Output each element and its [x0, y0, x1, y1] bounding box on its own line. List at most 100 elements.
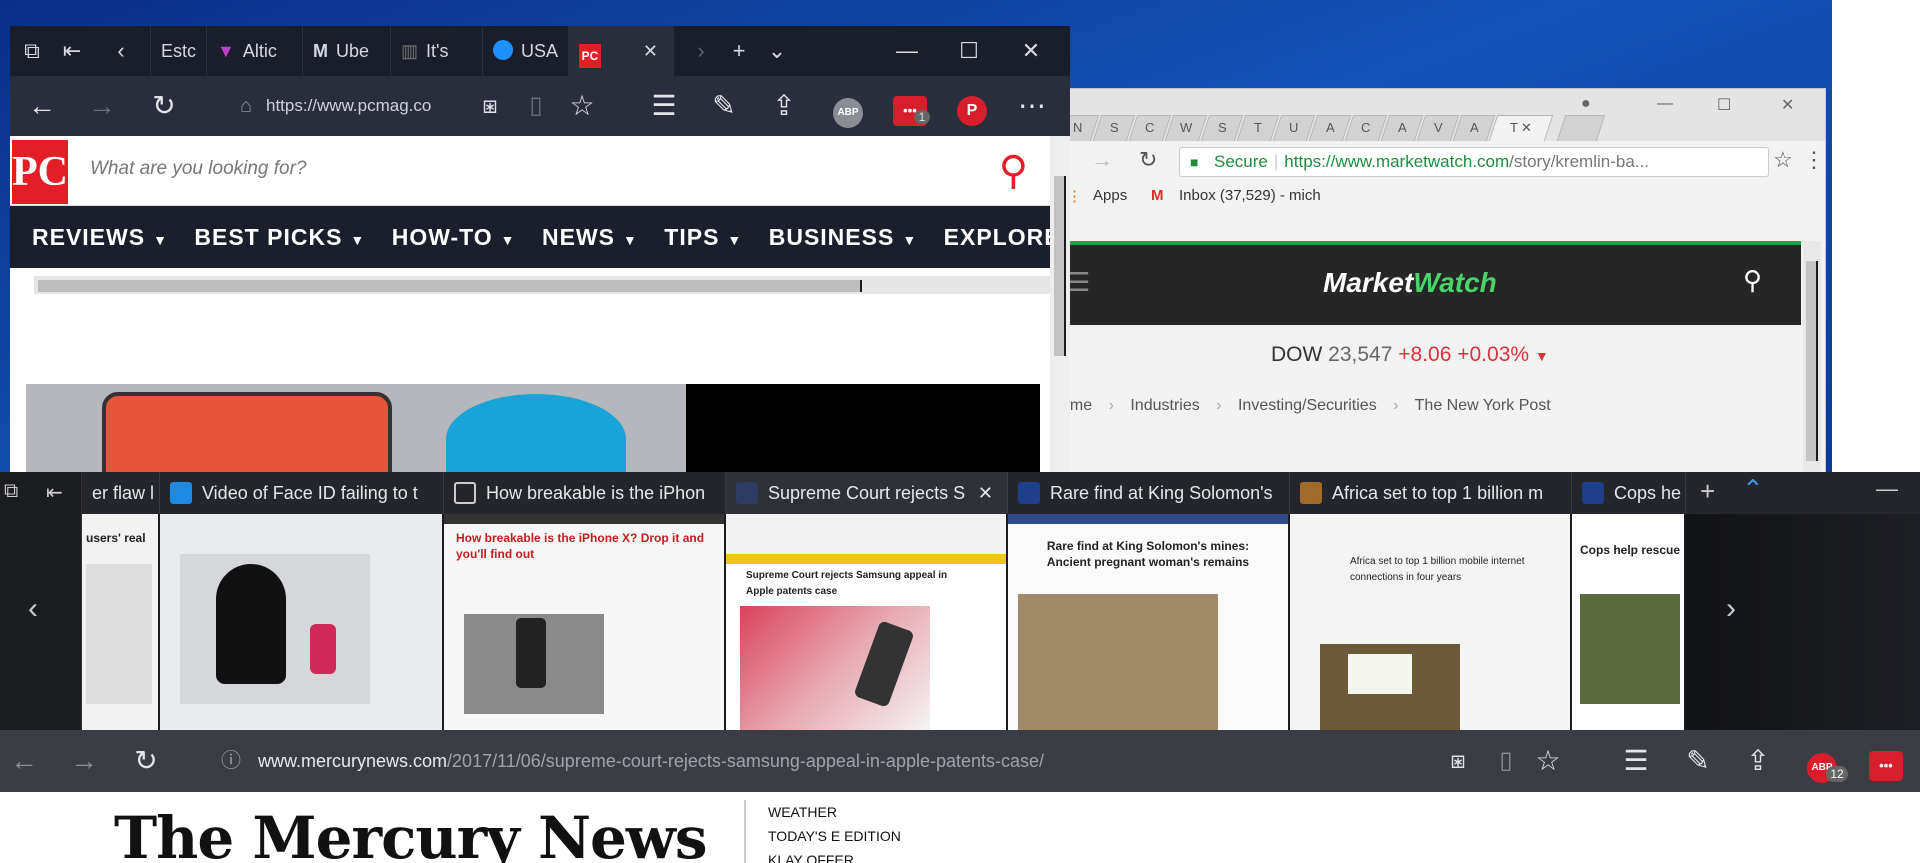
preview-tab[interactable]: Africa set to top 1 billion m — [1290, 472, 1572, 514]
back-icon[interactable]: ← — [24, 76, 60, 136]
pen-icon[interactable]: ✎ — [1680, 730, 1716, 792]
maximize-icon[interactable]: ☐ — [1717, 95, 1731, 115]
address-bar[interactable]: ■ Secure | https://www.marketwatch.com/sto… — [1179, 147, 1769, 177]
tab-thumbnail[interactable]: Cops help rescue — [1572, 514, 1686, 730]
vertical-scrollbar[interactable] — [1050, 136, 1070, 480]
refresh-icon[interactable]: ↻ — [146, 76, 182, 136]
set-aside-icon[interactable]: ⇤ — [54, 26, 90, 76]
scroll-right-icon[interactable]: › — [1726, 592, 1736, 626]
close-window-icon[interactable]: ✕ — [1016, 26, 1046, 76]
share-icon[interactable]: ⇪ — [766, 76, 802, 136]
tabs-aside-icon[interactable]: ⧉ — [14, 26, 50, 76]
edge-tab[interactable]: M Ube — [302, 26, 390, 76]
scroll-left-icon[interactable]: ‹ — [106, 26, 136, 76]
close-icon[interactable]: ✕ — [1521, 116, 1532, 140]
nav-tips[interactable]: TIPS ▼ — [664, 206, 742, 268]
reload-icon[interactable]: ↻ — [1139, 147, 1157, 173]
tabs-aside-icon[interactable]: ⧉ — [4, 480, 18, 503]
preview-tab[interactable]: Video of Face ID failing to t — [160, 472, 444, 514]
new-tab-icon[interactable]: + — [724, 26, 754, 76]
menu-icon[interactable]: ⋮ — [1803, 147, 1825, 173]
new-tab-button[interactable] — [1556, 115, 1606, 141]
bookmark-star-icon[interactable]: ☆ — [1773, 147, 1793, 173]
address-bar[interactable]: www.mercurynews.com/2017/11/06/supreme-c… — [258, 730, 1044, 792]
hero-image[interactable] — [26, 384, 702, 480]
forward-icon[interactable]: → — [66, 730, 102, 792]
close-tab-icon[interactable]: ✕ — [978, 472, 993, 514]
profile-icon[interactable]: ● — [1581, 95, 1591, 113]
lastpass-icon[interactable]: ••• — [1866, 730, 1906, 792]
more-icon[interactable]: ⋯ — [1014, 76, 1050, 136]
set-aside-icon[interactable]: ⇤ — [46, 480, 63, 505]
back-icon[interactable]: ← — [6, 730, 42, 792]
bookmark-inbox[interactable]: Inbox (37,529) - mich — [1179, 187, 1321, 204]
tab-thumbnail[interactable]: Africa set to top 1 billion mobile inter… — [1290, 514, 1572, 730]
tab-thumbnail[interactable]: Supreme Court rejects Samsung appeal in … — [726, 514, 1008, 730]
pinterest-icon[interactable]: P — [954, 76, 990, 136]
dow-ticker[interactable]: DOW 23,547 +8.06 +0.03% ▼ — [1271, 343, 1549, 367]
edge-tab[interactable]: USA — [482, 26, 568, 76]
extensions-icon[interactable]: ⧆ — [472, 76, 508, 136]
favorite-star-icon[interactable]: ☆ — [1530, 730, 1566, 792]
nav-best-picks[interactable]: BEST PICKS ▼ — [194, 206, 365, 268]
minimize-icon[interactable]: — — [892, 26, 922, 76]
nav-business[interactable]: BUSINESS ▼ — [769, 206, 917, 268]
preview-tab[interactable]: How breakable is the iPhon — [444, 472, 726, 514]
favorites-hub-icon[interactable]: ☰ — [646, 76, 682, 136]
minimize-icon[interactable]: — — [1657, 95, 1673, 113]
forward-icon[interactable]: → — [1091, 147, 1113, 173]
horizontal-scrollbar[interactable] — [34, 276, 1050, 294]
hamburger-icon[interactable]: ☰ — [1067, 267, 1090, 298]
scroll-right-icon[interactable]: › — [686, 26, 716, 76]
preview-tab[interactable]: Cops he — [1572, 472, 1686, 514]
lastpass-icon[interactable]: ••• 1 — [892, 76, 930, 136]
close-tab-icon[interactable]: ✕ — [643, 26, 658, 76]
link-e-edition[interactable]: TODAY'S E EDITION — [768, 824, 901, 848]
preview-tab[interactable]: er flaw l — [82, 472, 160, 514]
search-icon[interactable]: ⚲ — [1743, 265, 1762, 296]
scroll-left-icon[interactable]: ‹ — [28, 592, 38, 626]
address-bar[interactable]: https://www.pcmag.co — [266, 89, 476, 123]
adblock-icon[interactable]: ABP — [830, 76, 866, 136]
bookmark-apps[interactable]: Apps — [1093, 187, 1127, 204]
search-icon[interactable]: ⚲ — [999, 148, 1028, 194]
scrollbar[interactable] — [1803, 241, 1821, 479]
collapse-previews-icon[interactable]: ⌃ — [1742, 474, 1764, 505]
edge-tab[interactable]: Estc — [150, 26, 206, 76]
preview-tab[interactable]: Rare find at King Solomon's — [1008, 472, 1290, 514]
chrome-tab-active[interactable]: T ✕ — [1488, 115, 1554, 141]
tab-preview-toggle-icon[interactable]: ⌄ — [762, 26, 792, 76]
edge-tab[interactable]: ▼ Altic — [206, 26, 302, 76]
edge-tab-active[interactable]: PC ✕ — [568, 26, 674, 76]
link-klay-offer[interactable]: KLAY OFFER — [768, 848, 901, 863]
edge-tab[interactable]: ▥ It's — [390, 26, 482, 76]
link-weather[interactable]: WEATHER — [768, 800, 901, 824]
close-window-icon[interactable]: ✕ — [1781, 95, 1794, 115]
adblock-icon[interactable]: ABP 12 — [1802, 730, 1848, 792]
favorite-star-icon[interactable]: ☆ — [564, 76, 600, 136]
extensions-icon[interactable]: ⧆ — [1440, 730, 1476, 792]
tab-thumbnail[interactable]: How breakable is the iPhone X? Drop it a… — [444, 514, 726, 730]
tab-thumbnail[interactable]: users' real — [82, 514, 160, 730]
reading-view-icon[interactable]: ▯ — [518, 76, 554, 136]
favorites-hub-icon[interactable]: ☰ — [1618, 730, 1654, 792]
nav-explore[interactable]: EXPLORE — [944, 206, 1050, 268]
pen-icon[interactable]: ✎ — [706, 76, 742, 136]
share-icon[interactable]: ⇪ — [1740, 730, 1776, 792]
nav-how-to[interactable]: HOW-TO ▼ — [392, 206, 516, 268]
maximize-icon[interactable]: ☐ — [954, 26, 984, 76]
reading-view-icon[interactable]: ▯ — [1488, 730, 1524, 792]
mercury-news-logo[interactable]: The Mercury News — [114, 804, 708, 863]
search-input[interactable]: What are you looking for? — [90, 158, 307, 180]
nav-news[interactable]: NEWS ▼ — [542, 206, 638, 268]
preview-tab-active[interactable]: Supreme Court rejects S ✕ — [726, 472, 1008, 514]
tab-thumbnail[interactable] — [160, 514, 444, 730]
tab-thumbnail[interactable]: Rare find at King Solomon's mines: Ancie… — [1008, 514, 1290, 730]
info-icon[interactable]: ⓘ — [216, 730, 246, 792]
minimize-icon[interactable]: — — [1876, 476, 1898, 502]
refresh-icon[interactable]: ↻ — [128, 730, 164, 792]
pcmag-logo[interactable]: PC — [12, 140, 68, 204]
forward-icon[interactable]: → — [84, 76, 120, 136]
nav-reviews[interactable]: REVIEWS ▼ — [32, 206, 168, 268]
new-tab-icon[interactable]: + — [1700, 476, 1715, 507]
